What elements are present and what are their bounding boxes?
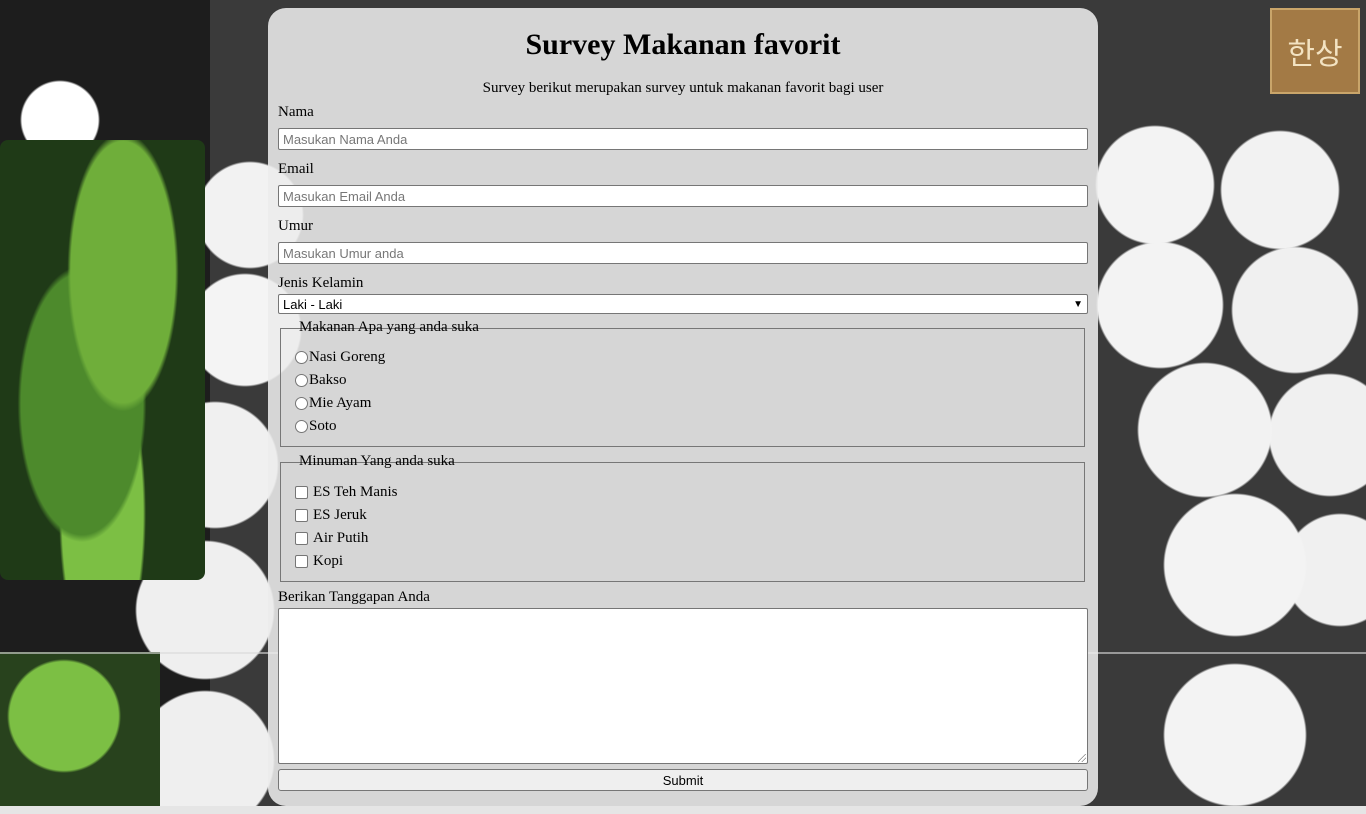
page-title: Survey Makanan favorit: [525, 28, 841, 61]
checkbox[interactable]: [295, 486, 308, 499]
logo-text: 한상: [1287, 37, 1343, 72]
food-option-nasi-goreng[interactable]: Nasi Goreng: [295, 349, 385, 366]
email-label: Email: [278, 161, 314, 177]
food-fieldset: Makanan Apa yang anda suka Nasi Goreng B…: [280, 319, 1085, 447]
checkbox[interactable]: [295, 555, 308, 568]
horizontal-scrollbar[interactable]: [0, 806, 1366, 814]
resize-handle-icon[interactable]: [1078, 754, 1086, 762]
submit-button[interactable]: Submit: [278, 769, 1088, 791]
umur-label: Umur: [278, 218, 313, 234]
drink-option-air-putih[interactable]: Air Putih: [295, 530, 368, 547]
chevron-down-icon: ▼: [1073, 298, 1083, 310]
checkbox[interactable]: [295, 509, 308, 522]
gender-label: Jenis Kelamin: [278, 275, 364, 291]
food-option-bakso[interactable]: Bakso: [295, 372, 347, 389]
drink-legend: Minuman Yang anda suka: [299, 453, 455, 469]
checkbox[interactable]: [295, 532, 308, 545]
radio-button[interactable]: [295, 420, 308, 433]
email-input[interactable]: [278, 185, 1088, 207]
survey-form: Survey Makanan favorit Survey berikut me…: [268, 8, 1098, 806]
drink-option-es-jeruk[interactable]: ES Jeruk: [295, 507, 367, 524]
vegetable-platter-lower: [0, 652, 160, 812]
feedback-label: Berikan Tanggapan Anda: [278, 589, 430, 605]
drink-option-kopi[interactable]: Kopi: [295, 553, 343, 570]
vegetable-platter: [0, 140, 205, 580]
drink-option-es-teh-manis[interactable]: ES Teh Manis: [295, 484, 398, 501]
radio-button[interactable]: [295, 374, 308, 387]
page-subtitle: Survey berikut merupakan survey untuk ma…: [482, 80, 884, 96]
food-option-mie-ayam[interactable]: Mie Ayam: [295, 395, 371, 412]
drink-fieldset: Minuman Yang anda suka ES Teh Manis ES J…: [280, 453, 1085, 582]
radio-button[interactable]: [295, 397, 308, 410]
nama-input[interactable]: [278, 128, 1088, 150]
umur-input[interactable]: [278, 242, 1088, 264]
nama-label: Nama: [278, 104, 314, 120]
food-legend: Makanan Apa yang anda suka: [299, 319, 479, 335]
restaurant-logo: 한상: [1270, 8, 1360, 94]
gender-select[interactable]: Laki - Laki ▼: [278, 294, 1088, 314]
food-option-soto[interactable]: Soto: [295, 418, 337, 435]
gender-selected-value: Laki - Laki: [283, 296, 343, 312]
radio-button[interactable]: [295, 351, 308, 364]
feedback-textarea[interactable]: [278, 608, 1088, 764]
